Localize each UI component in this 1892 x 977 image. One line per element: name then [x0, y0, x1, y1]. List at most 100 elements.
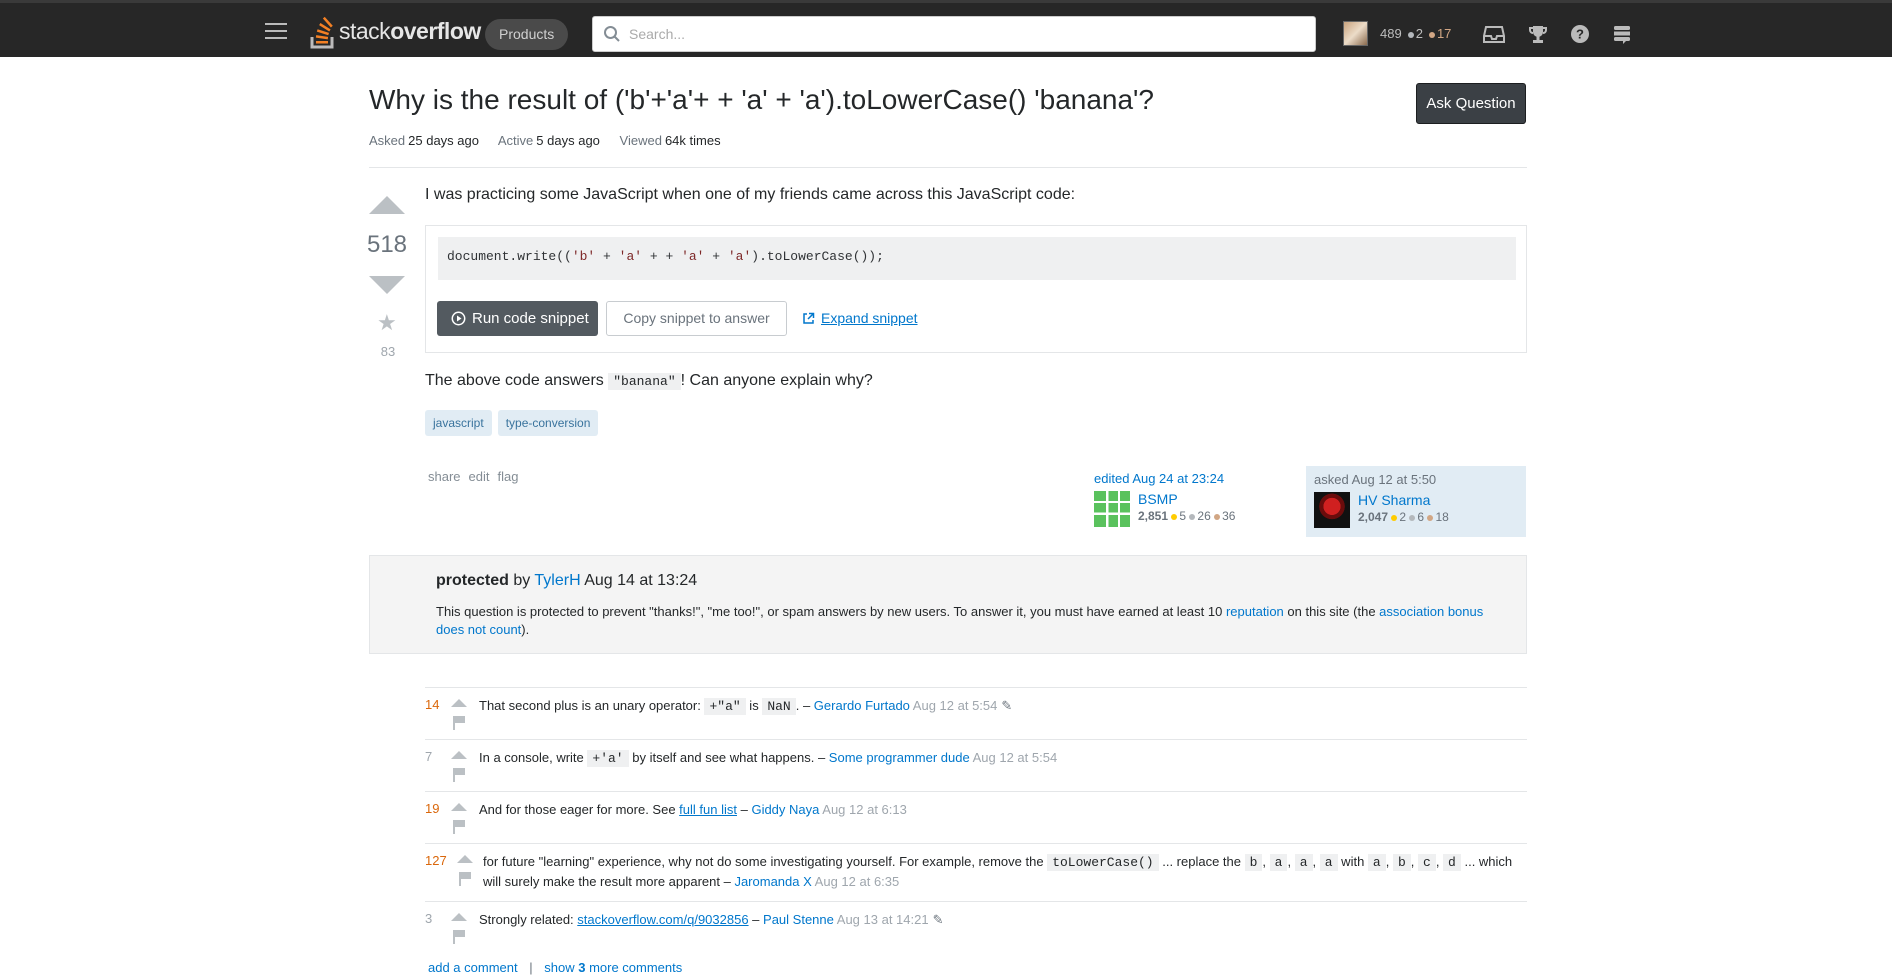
viewed-label: Viewed	[619, 133, 662, 148]
comment-body: Strongly related: stackoverflow.com/q/90…	[479, 912, 944, 927]
flag-icon[interactable]	[453, 768, 465, 782]
run-code-snippet-button[interactable]: Run code snippet	[437, 301, 598, 336]
downvote-button[interactable]	[369, 276, 405, 294]
user-reputation: 489	[1380, 26, 1402, 41]
active-value[interactable]: 5 days ago	[536, 133, 600, 148]
share-link[interactable]: share	[428, 469, 461, 484]
external-link-icon	[803, 312, 815, 324]
editor-name[interactable]: BSMP	[1138, 491, 1235, 507]
asked-label: Asked	[369, 133, 406, 148]
question-meta: Asked 25 days ago Active 5 days ago Viewed…	[369, 133, 737, 148]
show-more-comments-link[interactable]: show 3 more comments	[544, 960, 682, 975]
site-logo[interactable]: stackoverflow	[309, 13, 481, 49]
search-input[interactable]	[629, 23, 1299, 45]
question-title[interactable]: Why is the result of ('b'+'a'+ + 'a' + '…	[369, 84, 1154, 116]
post-menu: share edit flag	[428, 469, 518, 484]
comment-upvote-button[interactable]	[451, 699, 467, 707]
owner-avatar[interactable]	[1314, 492, 1350, 528]
comment-score: 3	[425, 911, 433, 926]
expand-snippet-link[interactable]: Expand snippet	[802, 310, 918, 326]
search-box[interactable]	[592, 16, 1316, 52]
edited-timestamp[interactable]: edited Aug 24 at 23:24	[1094, 471, 1294, 486]
owner-signature: asked Aug 12 at 5:50 HV Sharma 2,047 2 6…	[1306, 466, 1526, 537]
comment-user-link[interactable]: Giddy Naya	[751, 802, 819, 817]
comment-user-link[interactable]: Jaromanda X	[734, 874, 811, 889]
comment-date[interactable]: Aug 12 at 6:35	[812, 874, 900, 889]
full-fun-list-link[interactable]: full fun list	[679, 802, 737, 817]
inbox-icon[interactable]	[1483, 23, 1505, 45]
inline-code: "banana"	[608, 373, 681, 390]
flag-icon[interactable]	[453, 930, 465, 944]
flag-icon[interactable]	[459, 872, 471, 886]
protected-notice: protected by TylerH Aug 14 at 13:24 This…	[369, 555, 1527, 654]
tag-list: javascript type-conversion	[425, 410, 599, 436]
question-body-outro: The above code answers "banana"! Can any…	[425, 372, 873, 390]
edited-pencil-icon[interactable]: ✎	[933, 912, 944, 927]
footer-separator: |	[529, 960, 533, 975]
comment: 127 for future "learning" experience, wh…	[425, 843, 1527, 901]
favorite-count: 83	[380, 344, 396, 359]
favorite-star-icon[interactable]: ★	[377, 312, 397, 334]
stack-logo-icon	[310, 16, 334, 49]
ask-question-button[interactable]: Ask Question	[1416, 83, 1526, 124]
comment-body: That second plus is an unary operator: +…	[479, 698, 1013, 715]
comment-date[interactable]: Aug 12 at 5:54	[910, 698, 998, 713]
protected-description: This question is protected to prevent "t…	[436, 604, 1484, 637]
comment-user-link[interactable]: Some programmer dude	[829, 750, 970, 765]
related-question-link[interactable]: stackoverflow.com/q/9032856	[577, 912, 748, 927]
comment-user-link[interactable]: Paul Stenne	[763, 912, 834, 927]
silver-badge-count: 2	[1407, 26, 1423, 41]
help-icon[interactable]: ?	[1569, 23, 1591, 45]
flag-link[interactable]: flag	[498, 469, 519, 484]
protector-user-link[interactable]: TylerH	[534, 572, 580, 589]
code-snippet: document.write(('b' + 'a' + + 'a' + 'a')…	[425, 225, 1527, 353]
flag-icon[interactable]	[453, 716, 465, 730]
avatar[interactable]	[1343, 21, 1368, 46]
comment-footer: add a comment | show 3 more comments	[428, 960, 682, 975]
viewed-value: 64k times	[664, 133, 721, 148]
asked-value: 25 days ago	[408, 133, 479, 148]
asked-timestamp: asked Aug 12 at 5:50	[1314, 472, 1437, 487]
comment: 3 Strongly related: stackoverflow.com/q/…	[425, 901, 1527, 944]
comment-date[interactable]: Aug 12 at 6:13	[819, 802, 907, 817]
code-block: document.write(('b' + 'a' + + 'a' + 'a')…	[438, 237, 1516, 280]
tag-type-conversion[interactable]: type-conversion	[497, 410, 599, 436]
flag-icon[interactable]	[453, 820, 465, 834]
products-button[interactable]: Products	[485, 19, 569, 50]
comment-upvote-button[interactable]	[451, 913, 467, 921]
comment-score: 14	[425, 697, 440, 712]
comment-body: And for those eager for more. See full f…	[479, 802, 907, 817]
copy-snippet-button[interactable]: Copy snippet to answer	[606, 301, 787, 336]
comment-upvote-button[interactable]	[457, 855, 473, 863]
trophy-icon[interactable]	[1527, 23, 1549, 45]
editor-reputation: 2,851 5 26 36	[1138, 509, 1236, 523]
comment-body: for future "learning" experience, why no…	[483, 854, 1513, 889]
play-circle-icon	[451, 311, 466, 326]
header-divider	[369, 167, 1527, 168]
comment-score: 7	[425, 749, 433, 764]
comment-date[interactable]: Aug 12 at 5:54	[970, 750, 1058, 765]
tag-javascript[interactable]: javascript	[425, 410, 492, 436]
comment-upvote-button[interactable]	[451, 751, 467, 759]
comment: 7 In a console, write +'a' by itself and…	[425, 739, 1527, 791]
question-body-intro: I was practicing some JavaScript when on…	[425, 186, 1076, 203]
reputation-link[interactable]: reputation	[1226, 604, 1284, 619]
comment-score: 19	[425, 801, 440, 816]
edited-pencil-icon[interactable]: ✎	[1001, 698, 1012, 713]
comment-date[interactable]: Aug 13 at 14:21	[834, 912, 929, 927]
hamburger-icon[interactable]	[265, 23, 287, 39]
stack-exchange-icon[interactable]	[1611, 23, 1633, 45]
comment-user-link[interactable]: Gerardo Furtado	[814, 698, 910, 713]
owner-name[interactable]: HV Sharma	[1358, 492, 1449, 508]
svg-text:?: ?	[1576, 27, 1584, 42]
add-comment-link[interactable]: add a comment	[428, 960, 518, 975]
top-bar: stackoverflow Products 489 2 17 ?	[0, 0, 1892, 57]
protected-title: protected by TylerH Aug 14 at 13:24	[436, 572, 698, 589]
comment-upvote-button[interactable]	[451, 803, 467, 811]
owner-reputation: 2,047 2 6 18	[1358, 510, 1449, 524]
edit-link[interactable]: edit	[469, 469, 490, 484]
user-card[interactable]: 489 2 17	[1343, 21, 1451, 46]
bronze-badge-count: 17	[1428, 26, 1451, 41]
editor-avatar[interactable]	[1094, 491, 1130, 527]
upvote-button[interactable]	[369, 196, 405, 214]
